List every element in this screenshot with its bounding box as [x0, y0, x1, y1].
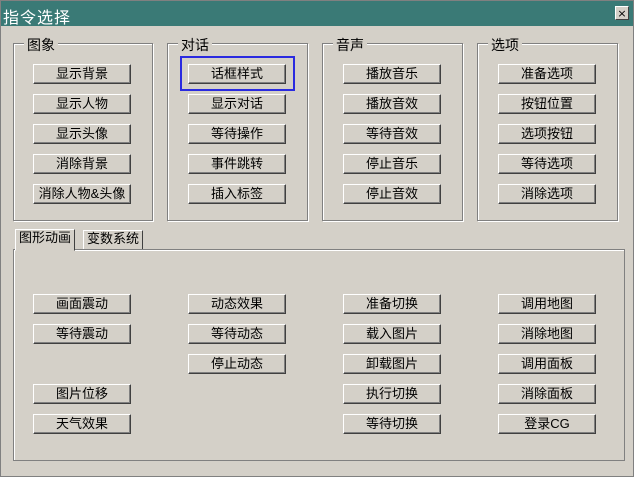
event-jump-button[interactable]: 事件跳转 [188, 154, 286, 174]
stop-music-button[interactable]: 停止音乐 [343, 154, 441, 174]
wait-input-button[interactable]: 等待操作 [188, 124, 286, 144]
show-portrait-button[interactable]: 显示头像 [33, 124, 131, 144]
insert-label-button[interactable]: 插入标签 [188, 184, 286, 204]
clear-options-button[interactable]: 消除选项 [498, 184, 596, 204]
group-options-label: 选项 [488, 35, 522, 55]
show-background-button[interactable]: 显示背景 [33, 64, 131, 84]
group-dialog-label: 对话 [178, 35, 212, 55]
group-sound-label: 音声 [333, 35, 367, 55]
option-button-button[interactable]: 选项按钮 [498, 124, 596, 144]
wait-sound-button[interactable]: 等待音效 [343, 124, 441, 144]
call-panel-button[interactable]: 调用面板 [498, 354, 596, 374]
image-move-button[interactable]: 图片位移 [33, 384, 131, 404]
close-button[interactable]: × [615, 6, 629, 20]
wait-options-button[interactable]: 等待选项 [498, 154, 596, 174]
register-cg-button[interactable]: 登录CG [498, 414, 596, 434]
wait-motion-button[interactable]: 等待动态 [188, 324, 286, 344]
stop-sound-button[interactable]: 停止音效 [343, 184, 441, 204]
execute-transition-button[interactable]: 执行切换 [343, 384, 441, 404]
show-character-button[interactable]: 显示人物 [33, 94, 131, 114]
load-image-button[interactable]: 载入图片 [343, 324, 441, 344]
wait-transition-button[interactable]: 等待切换 [343, 414, 441, 434]
motion-effect-button[interactable]: 动态效果 [188, 294, 286, 314]
show-dialog-button[interactable]: 显示对话 [188, 94, 286, 114]
wait-shake-button[interactable]: 等待震动 [33, 324, 131, 344]
unload-image-button[interactable]: 卸载图片 [343, 354, 441, 374]
clear-map-button[interactable]: 消除地图 [498, 324, 596, 344]
clear-background-button[interactable]: 消除背景 [33, 154, 131, 174]
tab-graphics-animation[interactable]: 图形动画 [15, 229, 76, 251]
clear-panel-button[interactable]: 消除面板 [498, 384, 596, 404]
tab-variable-system[interactable]: 变数系统 [83, 230, 144, 250]
prepare-transition-button[interactable]: 准备切换 [343, 294, 441, 314]
group-image-label: 图象 [24, 35, 58, 55]
clear-character-portrait-button[interactable]: 消除人物&头像 [33, 184, 131, 204]
dialog-style-button[interactable]: 话框样式 [188, 64, 286, 84]
stop-motion-button[interactable]: 停止动态 [188, 354, 286, 374]
call-map-button[interactable]: 调用地图 [498, 294, 596, 314]
play-music-button[interactable]: 播放音乐 [343, 64, 441, 84]
weather-effect-button[interactable]: 天气效果 [33, 414, 131, 434]
button-position-button[interactable]: 按钮位置 [498, 94, 596, 114]
title-bar[interactable]: 指令选择 × [1, 1, 633, 27]
prepare-options-button[interactable]: 准备选项 [498, 64, 596, 84]
play-sound-button[interactable]: 播放音效 [343, 94, 441, 114]
window-title: 指令选择 [3, 8, 72, 27]
screen-shake-button[interactable]: 画面震动 [33, 294, 131, 314]
command-select-window: 指令选择 × 图象 对话 音声 选项 显示背景 显示人物 显示头像 消除背景 消… [0, 0, 634, 477]
